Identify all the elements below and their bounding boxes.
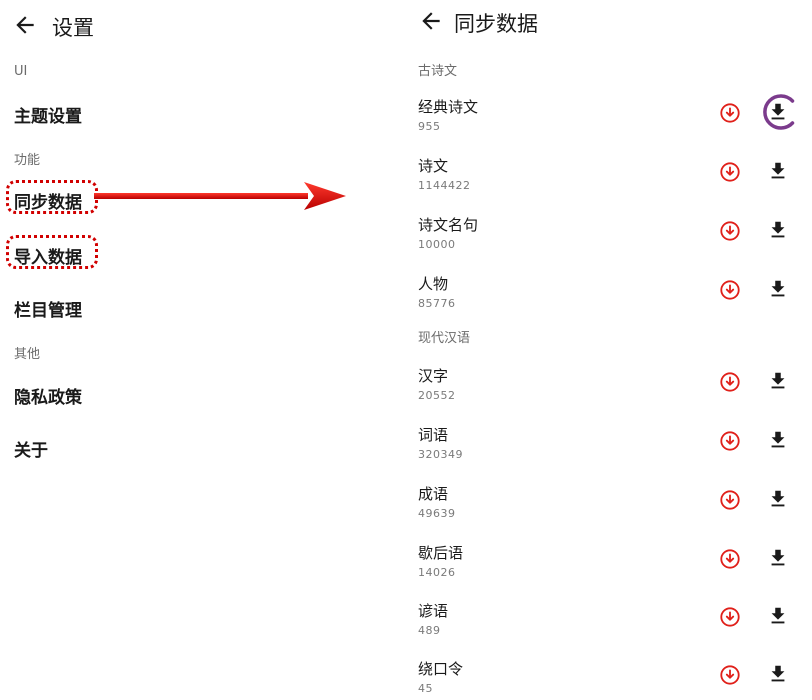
dataset-name: 诗文 bbox=[418, 157, 449, 175]
sync-icon[interactable] bbox=[719, 371, 741, 393]
category-header-modern-chinese: 现代汉语 bbox=[418, 331, 471, 346]
sync-icon[interactable] bbox=[719, 102, 741, 124]
download-icon[interactable] bbox=[767, 429, 789, 451]
dataset-count: 10000 bbox=[418, 238, 456, 251]
sync-icon[interactable] bbox=[719, 606, 741, 628]
dataset-name: 成语 bbox=[418, 485, 449, 503]
dataset-row: 歇后语 14026 bbox=[404, 538, 812, 596]
menu-item-column-manage[interactable]: 栏目管理 bbox=[14, 296, 82, 321]
settings-screen: 设置 UI 主题设置 功能 同步数据 导入数据 栏目管理 其他 隐私政策 关于 bbox=[0, 0, 400, 700]
loading-spinner-icon bbox=[763, 94, 795, 130]
dataset-name: 绕口令 bbox=[418, 660, 464, 678]
download-icon[interactable] bbox=[767, 663, 789, 685]
dataset-row: 绕口令 45 bbox=[404, 654, 812, 700]
dataset-row: 经典诗文 955 bbox=[404, 92, 812, 150]
menu-item-sync-data[interactable]: 同步数据 bbox=[14, 188, 82, 213]
dataset-name: 经典诗文 bbox=[418, 98, 479, 116]
download-icon[interactable] bbox=[767, 219, 789, 241]
download-icon[interactable] bbox=[767, 160, 789, 182]
dataset-row: 诗文名句 10000 bbox=[404, 210, 812, 268]
settings-app-bar: 设置 bbox=[0, 0, 400, 52]
dataset-count: 20552 bbox=[418, 389, 456, 402]
sync-app-bar: 同步数据 bbox=[404, 0, 812, 52]
download-icon[interactable] bbox=[767, 547, 789, 569]
dataset-count: 489 bbox=[418, 624, 441, 637]
menu-item-import-data[interactable]: 导入数据 bbox=[14, 243, 82, 268]
sync-screen: 同步数据 古诗文 经典诗文 955 诗文 1144422 诗文名句 10000 … bbox=[404, 0, 812, 700]
dataset-name: 人物 bbox=[418, 275, 449, 293]
dataset-count: 1144422 bbox=[418, 179, 471, 192]
dataset-row: 谚语 489 bbox=[404, 596, 812, 654]
dataset-name: 汉字 bbox=[418, 367, 449, 385]
dataset-count: 955 bbox=[418, 120, 441, 133]
menu-item-about[interactable]: 关于 bbox=[14, 436, 48, 461]
sync-icon[interactable] bbox=[719, 664, 741, 686]
dataset-row: 词语 320349 bbox=[404, 420, 812, 478]
category-header-classical: 古诗文 bbox=[418, 64, 458, 79]
menu-item-privacy[interactable]: 隐私政策 bbox=[14, 383, 82, 408]
section-header-features: 功能 bbox=[14, 153, 41, 168]
sync-title: 同步数据 bbox=[454, 12, 538, 36]
dataset-count: 45 bbox=[418, 682, 433, 695]
dataset-name: 诗文名句 bbox=[418, 216, 479, 234]
section-header-ui: UI bbox=[14, 64, 28, 79]
dataset-name: 词语 bbox=[418, 426, 449, 444]
dataset-count: 85776 bbox=[418, 297, 456, 310]
back-arrow-icon[interactable] bbox=[12, 12, 38, 38]
sync-icon[interactable] bbox=[719, 161, 741, 183]
sync-icon[interactable] bbox=[719, 279, 741, 301]
sync-icon[interactable] bbox=[719, 430, 741, 452]
settings-title: 设置 bbox=[52, 16, 94, 40]
sync-icon[interactable] bbox=[719, 489, 741, 511]
menu-item-theme[interactable]: 主题设置 bbox=[14, 102, 82, 127]
dataset-count: 49639 bbox=[418, 507, 456, 520]
dataset-count: 14026 bbox=[418, 566, 456, 579]
dataset-name: 歇后语 bbox=[418, 544, 464, 562]
back-arrow-icon[interactable] bbox=[418, 8, 444, 34]
download-icon[interactable] bbox=[767, 605, 789, 627]
download-icon[interactable] bbox=[767, 488, 789, 510]
dataset-row: 诗文 1144422 bbox=[404, 151, 812, 209]
sync-icon[interactable] bbox=[719, 220, 741, 242]
dataset-name: 谚语 bbox=[418, 602, 449, 620]
annotation-arrow bbox=[94, 182, 346, 210]
download-icon[interactable] bbox=[767, 370, 789, 392]
download-icon[interactable] bbox=[767, 278, 789, 300]
dataset-count: 320349 bbox=[418, 448, 463, 461]
dataset-row: 人物 85776 bbox=[404, 269, 812, 327]
sync-icon[interactable] bbox=[719, 548, 741, 570]
dataset-row: 成语 49639 bbox=[404, 479, 812, 537]
dataset-row: 汉字 20552 bbox=[404, 361, 812, 419]
section-header-other: 其他 bbox=[14, 347, 41, 362]
